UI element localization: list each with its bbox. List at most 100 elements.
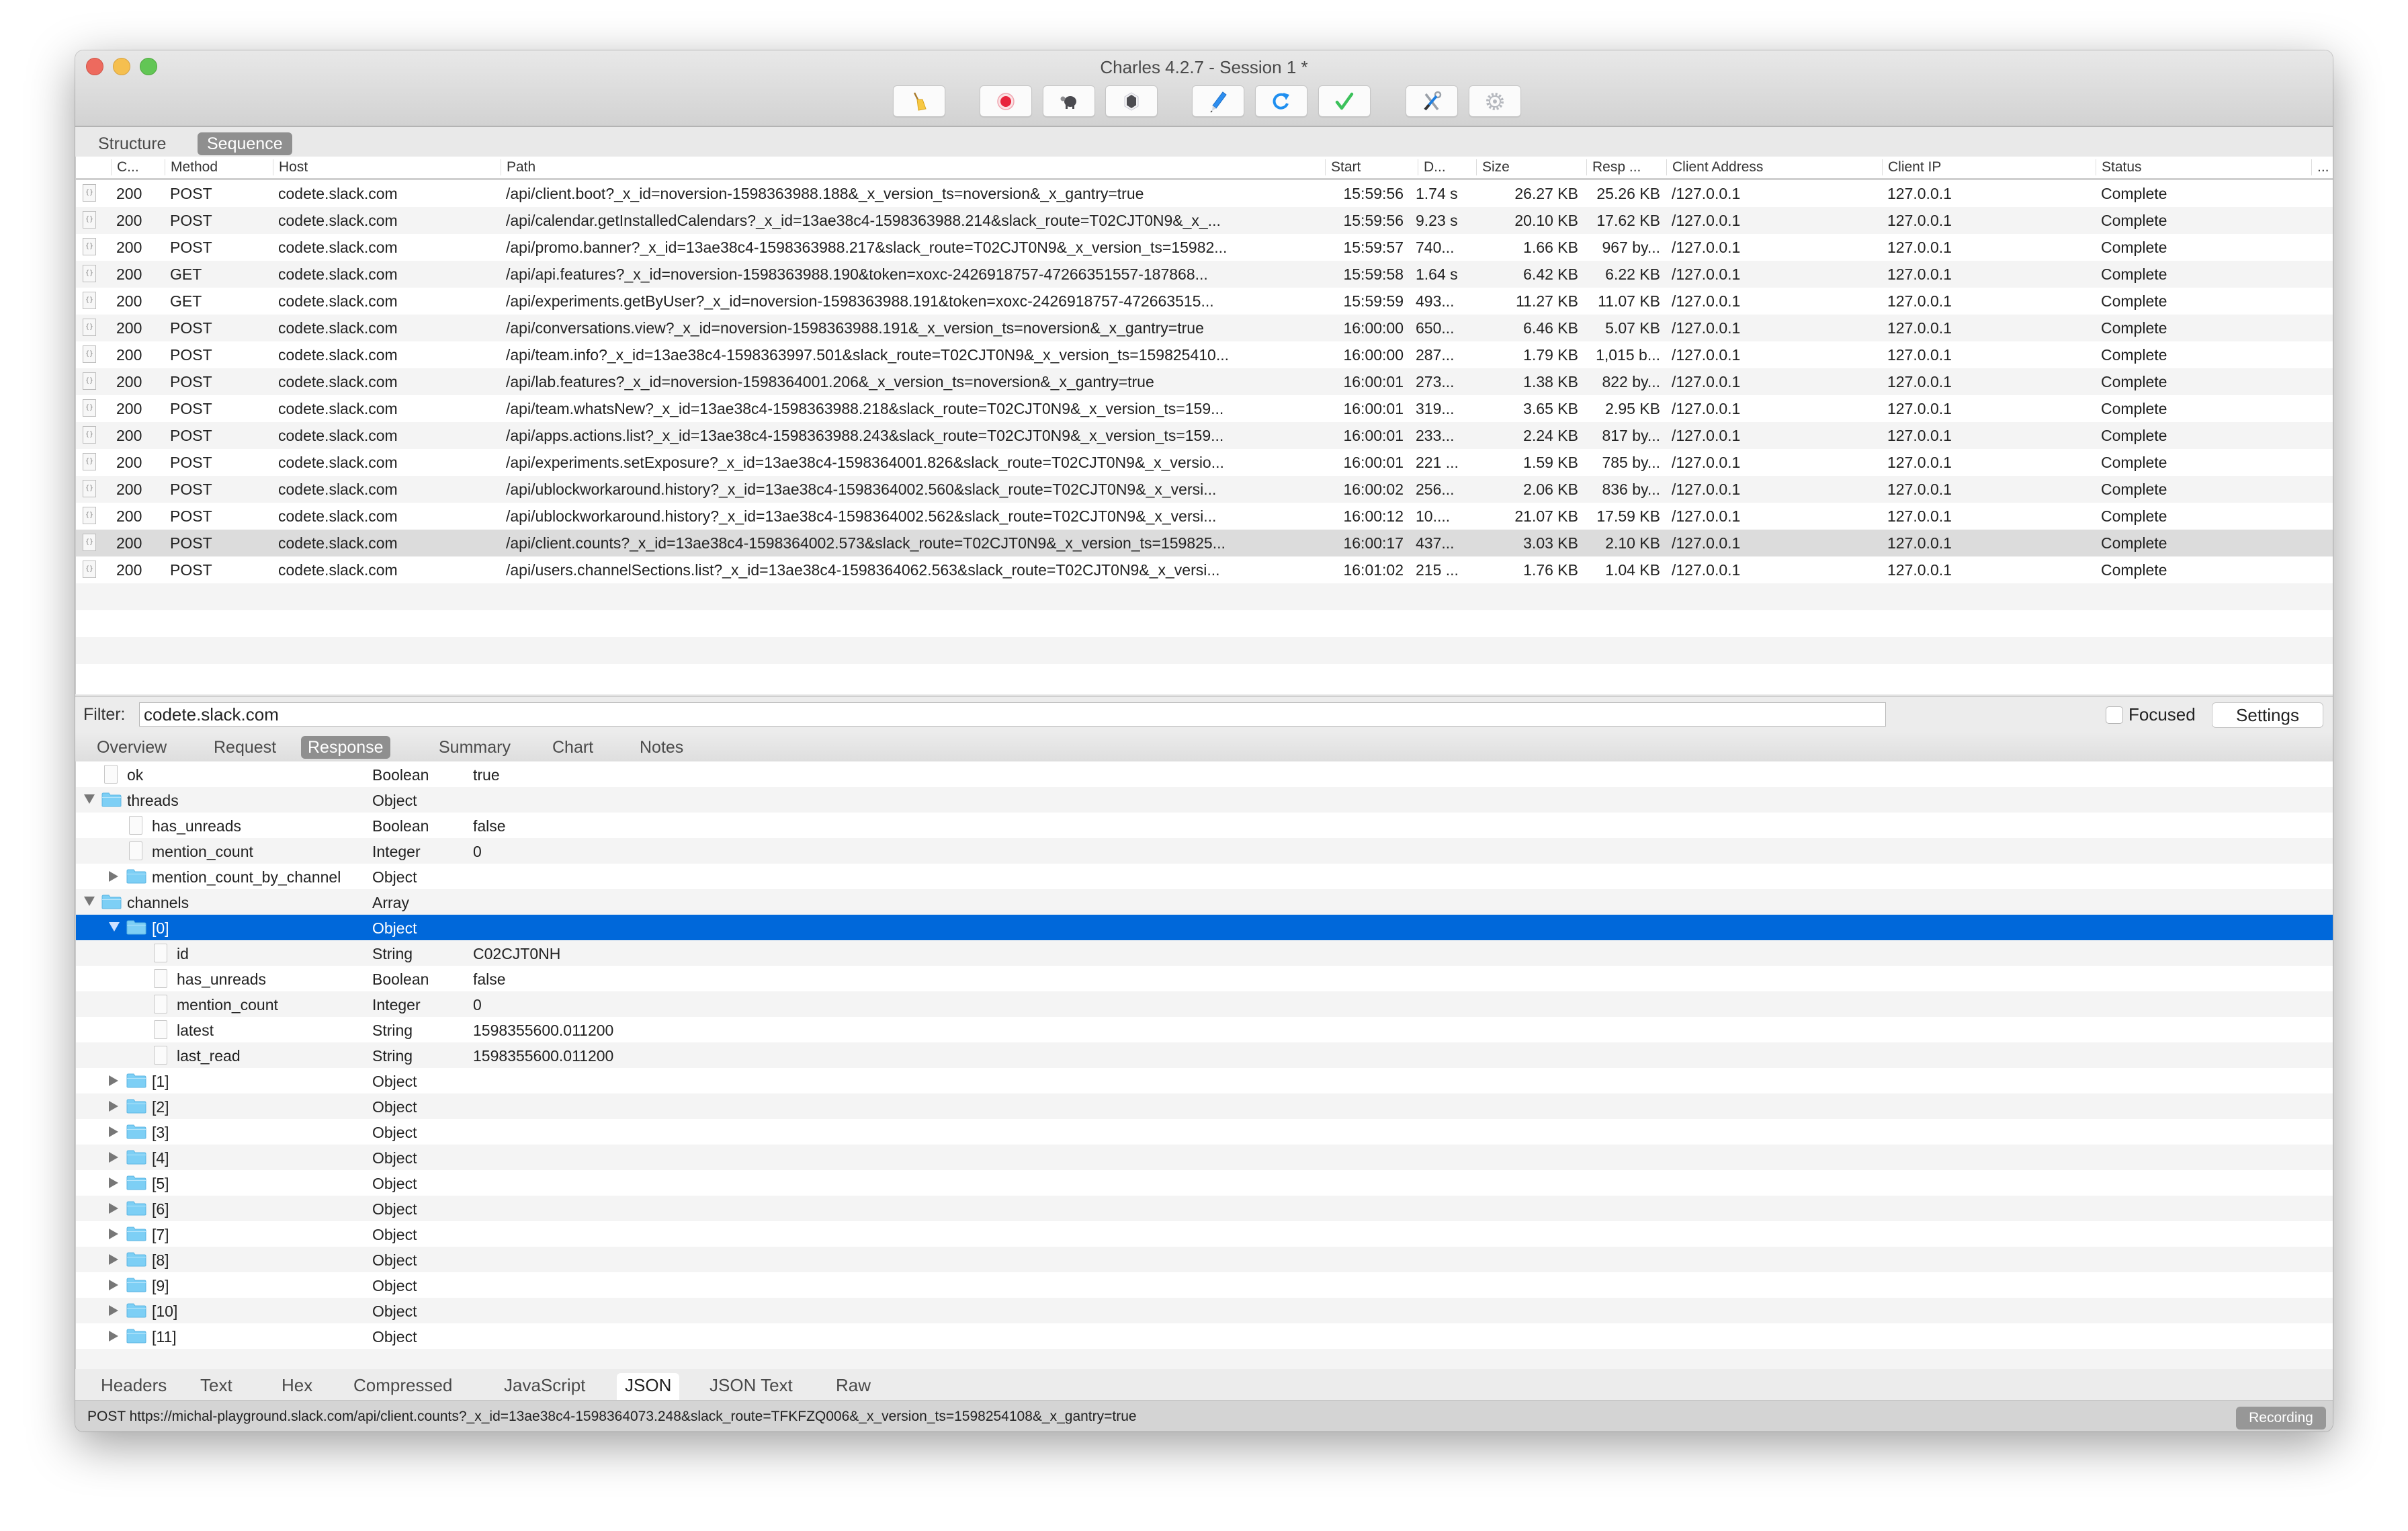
- json-tree-node[interactable]: [5] Object: [76, 1170, 2333, 1196]
- disclosure-collapsed-icon[interactable]: [109, 1203, 118, 1214]
- cell-code: 200: [116, 561, 142, 579]
- tab-request[interactable]: Request: [207, 736, 283, 759]
- disclosure-collapsed-icon[interactable]: [109, 1177, 118, 1188]
- compose-button[interactable]: [1192, 85, 1244, 117]
- table-row[interactable]: {} 200 GET codete.slack.com/api/api.feature…: [76, 261, 2333, 288]
- column-header-path[interactable]: Path: [501, 159, 1320, 175]
- table-row[interactable]: {} 200 POST codete.slack.com/api/client.cou…: [76, 530, 2333, 556]
- table-row[interactable]: {} 200 POST codete.slack.com/api/promo.bann…: [76, 234, 2333, 261]
- json-tree-node[interactable]: [4] Object: [76, 1145, 2333, 1170]
- table-row[interactable]: {} 200 POST codete.slack.com/api/calendar.g…: [76, 207, 2333, 234]
- json-tree-node[interactable]: [6] Object: [76, 1196, 2333, 1221]
- tab-javascript[interactable]: JavaScript: [496, 1373, 593, 1400]
- json-tree-node[interactable]: mention_count Integer 0: [76, 991, 2333, 1017]
- table-row[interactable]: {} 200 POST codete.slack.com/api/lab.featur…: [76, 368, 2333, 395]
- table-row[interactable]: {} 200 POST codete.slack.com/api/conversati…: [76, 315, 2333, 341]
- table-row[interactable]: {} 200 POST codete.slack.com/api/ublockwork…: [76, 503, 2333, 530]
- focused-checkbox[interactable]: [2106, 706, 2123, 724]
- json-tree-node[interactable]: last_read String 1598355600.011200: [76, 1042, 2333, 1068]
- column-header-duration[interactable]: D...: [1418, 159, 1474, 175]
- column-header-client-address[interactable]: Client Address: [1666, 159, 1877, 175]
- recording-badge[interactable]: Recording: [2236, 1407, 2326, 1430]
- tab-json-text[interactable]: JSON Text: [701, 1373, 801, 1400]
- tab-response[interactable]: Response: [301, 736, 390, 759]
- column-header-code[interactable]: C...: [111, 159, 171, 175]
- json-tree-node[interactable]: [10] Object: [76, 1298, 2333, 1323]
- disclosure-collapsed-icon[interactable]: [109, 1075, 118, 1086]
- json-tree-node[interactable]: id String C02CJT0NH: [76, 940, 2333, 966]
- throttle-button[interactable]: [1043, 85, 1095, 117]
- column-header-method[interactable]: Method: [165, 159, 275, 175]
- json-tree-node[interactable]: [3] Object: [76, 1119, 2333, 1145]
- tab-hex[interactable]: Hex: [273, 1373, 320, 1400]
- json-tree-node[interactable]: threads Object: [76, 787, 2333, 813]
- disclosure-collapsed-icon[interactable]: [109, 1101, 118, 1112]
- node-value: 0: [473, 996, 482, 1013]
- json-tree-node[interactable]: [7] Object: [76, 1221, 2333, 1247]
- tab-compressed[interactable]: Compressed: [345, 1373, 460, 1400]
- table-row[interactable]: {} 200 POST codete.slack.com/api/experiment…: [76, 449, 2333, 476]
- table-row[interactable]: {} 200 POST codete.slack.com/api/team.info?…: [76, 341, 2333, 368]
- tab-raw[interactable]: Raw: [828, 1373, 879, 1400]
- json-tree-node[interactable]: has_unreads Boolean false: [76, 966, 2333, 991]
- tools-button[interactable]: [1406, 85, 1458, 117]
- record-button[interactable]: [980, 85, 1032, 117]
- clear-session-button[interactable]: [893, 85, 945, 117]
- table-row[interactable]: {} 200 POST codete.slack.com/api/users.chan…: [76, 556, 2333, 583]
- json-tree-node[interactable]: latest String 1598355600.011200: [76, 1017, 2333, 1042]
- disclosure-collapsed-icon[interactable]: [109, 1305, 118, 1316]
- json-tree-node[interactable]: [8] Object: [76, 1247, 2333, 1272]
- disclosure-collapsed-icon[interactable]: [109, 1126, 118, 1137]
- json-tree-node[interactable]: [9] Object: [76, 1272, 2333, 1298]
- tab-text[interactable]: Text: [192, 1373, 241, 1400]
- column-header-client-ip[interactable]: Client IP: [1882, 159, 2090, 175]
- json-tree-node[interactable]: channels Array: [76, 889, 2333, 915]
- json-tree-node[interactable]: [0] Object: [76, 915, 2333, 940]
- json-tree-node[interactable]: [2] Object: [76, 1093, 2333, 1119]
- repeat-button[interactable]: [1255, 85, 1307, 117]
- filter-settings-button[interactable]: Settings: [2212, 702, 2323, 728]
- disclosure-collapsed-icon[interactable]: [109, 871, 118, 882]
- json-tree-node[interactable]: mention_count_by_channel Object: [76, 864, 2333, 889]
- disclosure-expanded-icon[interactable]: [109, 922, 120, 932]
- tab-chart[interactable]: Chart: [546, 736, 600, 759]
- cell-size: 21.07 KB: [1514, 507, 1578, 525]
- column-header-host[interactable]: Host: [273, 159, 501, 175]
- column-header-size[interactable]: Size: [1476, 159, 1586, 175]
- tab-notes[interactable]: Notes: [633, 736, 690, 759]
- disclosure-collapsed-icon[interactable]: [109, 1254, 118, 1265]
- disclosure-expanded-icon[interactable]: [84, 794, 95, 804]
- validate-button[interactable]: [1318, 85, 1371, 117]
- json-tree-node[interactable]: ok Boolean true: [76, 761, 2333, 787]
- column-header-start[interactable]: Start: [1325, 159, 1412, 175]
- table-row[interactable]: {} 200 POST codete.slack.com/api/ublockwork…: [76, 476, 2333, 503]
- cell-start: 16:00:00: [1343, 319, 1404, 337]
- column-header-response-size[interactable]: Resp ...: [1586, 159, 1666, 175]
- table-row[interactable]: {} 200 POST codete.slack.com/api/apps.actio…: [76, 422, 2333, 449]
- table-row[interactable]: {} 200 GET codete.slack.com/api/experiments…: [76, 288, 2333, 315]
- disclosure-expanded-icon[interactable]: [84, 897, 95, 906]
- tab-sequence[interactable]: Sequence: [198, 132, 292, 155]
- json-tree-node[interactable]: has_unreads Boolean false: [76, 813, 2333, 838]
- filter-input[interactable]: [139, 702, 1886, 727]
- tab-overview[interactable]: Overview: [90, 736, 173, 759]
- json-tree-node[interactable]: [1] Object: [76, 1068, 2333, 1093]
- disclosure-collapsed-icon[interactable]: [109, 1280, 118, 1290]
- disclosure-collapsed-icon[interactable]: [109, 1152, 118, 1163]
- json-tree-node[interactable]: mention_count Integer 0: [76, 838, 2333, 864]
- settings-toolbar-button[interactable]: [1469, 85, 1521, 117]
- column-header-status[interactable]: Status: [2096, 159, 2317, 175]
- tab-structure[interactable]: Structure: [89, 132, 175, 155]
- cell-status: Complete: [2101, 534, 2167, 552]
- disclosure-collapsed-icon[interactable]: [109, 1229, 118, 1239]
- tab-json[interactable]: JSON: [617, 1373, 680, 1400]
- tab-headers[interactable]: Headers: [93, 1373, 175, 1400]
- breakpoints-button[interactable]: [1105, 85, 1158, 117]
- table-row[interactable]: {} 200 POST codete.slack.com/api/team.whats…: [76, 395, 2333, 422]
- table-row[interactable]: {} 200 POST codete.slack.com/api/client.boo…: [76, 180, 2333, 207]
- disclosure-collapsed-icon[interactable]: [109, 1331, 118, 1341]
- json-tree-node[interactable]: [11] Object: [76, 1323, 2333, 1349]
- column-header-more[interactable]: ...: [2311, 159, 2333, 175]
- window-title: Charles 4.2.7 - Session 1 *: [1100, 57, 1308, 77]
- tab-summary[interactable]: Summary: [432, 736, 517, 759]
